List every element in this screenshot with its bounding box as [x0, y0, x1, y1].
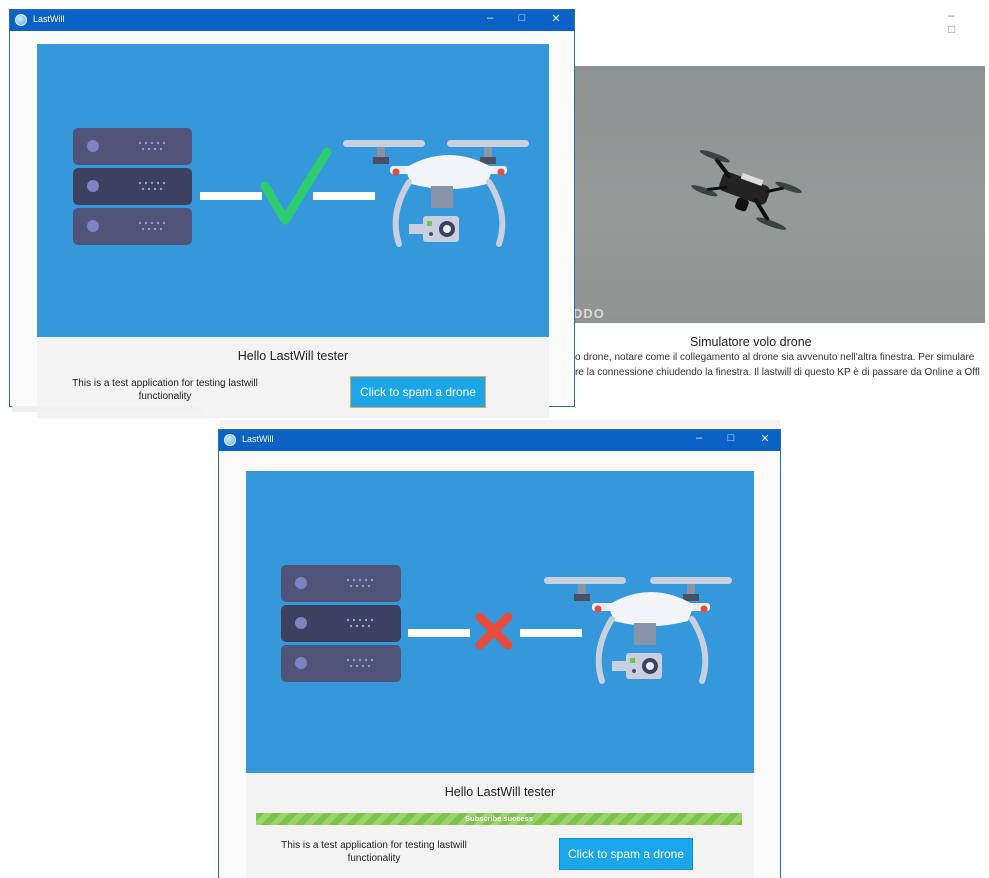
server-icon	[73, 128, 192, 245]
minimize-button[interactable]: –	[689, 432, 709, 444]
maximize-button[interactable]: □	[948, 22, 955, 36]
window-title: LastWill	[33, 14, 65, 24]
simulator-text-line1: o drone, notare come il collegamento al …	[575, 352, 975, 363]
simulator-window-controls: –□	[948, 8, 989, 36]
titlebar: LastWill – □ ✕	[219, 430, 780, 451]
maximize-button[interactable]: □	[512, 12, 532, 24]
spam-drone-button[interactable]: Click to spam a drone	[559, 838, 693, 870]
simulator-text-line2: re la connessione chiudendo la finestra.…	[575, 367, 980, 378]
connection-illustration	[73, 128, 529, 247]
close-button[interactable]: ✕	[546, 12, 566, 25]
hero-illustration	[246, 471, 754, 773]
watermark: DDO	[573, 306, 605, 321]
link-line-right	[313, 192, 375, 200]
check-icon	[260, 147, 332, 225]
link-line-left	[408, 629, 470, 637]
subscribe-progress-bar: Subscribe success	[256, 813, 742, 825]
minimize-button[interactable]: –	[948, 8, 955, 22]
app-icon	[224, 434, 236, 446]
simulator-title: Simulatore volo drone	[690, 335, 812, 349]
drone-photo	[573, 66, 985, 323]
greeting-text: Hello LastWill tester	[444, 785, 556, 799]
desktop-strip	[12, 406, 202, 412]
maximize-button[interactable]: □	[721, 432, 741, 444]
spam-drone-button[interactable]: Click to spam a drone	[350, 376, 486, 408]
flying-drone-image	[691, 150, 802, 230]
window-title: LastWill	[242, 434, 274, 444]
lastwill-window-disconnected: LastWill – □ ✕ Hello LastWill tester Sub…	[219, 430, 780, 878]
greeting-text: Hello LastWill tester	[237, 349, 349, 363]
hero-illustration	[37, 44, 549, 337]
close-button[interactable]: ✕	[755, 432, 775, 445]
disconnection-illustration	[281, 565, 732, 684]
link-line-left	[200, 192, 262, 200]
app-icon	[15, 14, 27, 26]
server-icon	[281, 565, 401, 682]
desktop-strip	[220, 420, 780, 428]
description-text: This is a test application for testing l…	[281, 840, 467, 864]
lastwill-window-connected: LastWill – □ ✕ Hello LastWill tester Thi…	[10, 10, 574, 418]
minimize-button[interactable]: –	[480, 12, 500, 24]
titlebar: LastWill – □ ✕	[10, 10, 574, 31]
description-text: This is a test application for testing l…	[72, 378, 258, 402]
link-line-right	[520, 629, 582, 637]
cross-icon	[475, 612, 513, 650]
